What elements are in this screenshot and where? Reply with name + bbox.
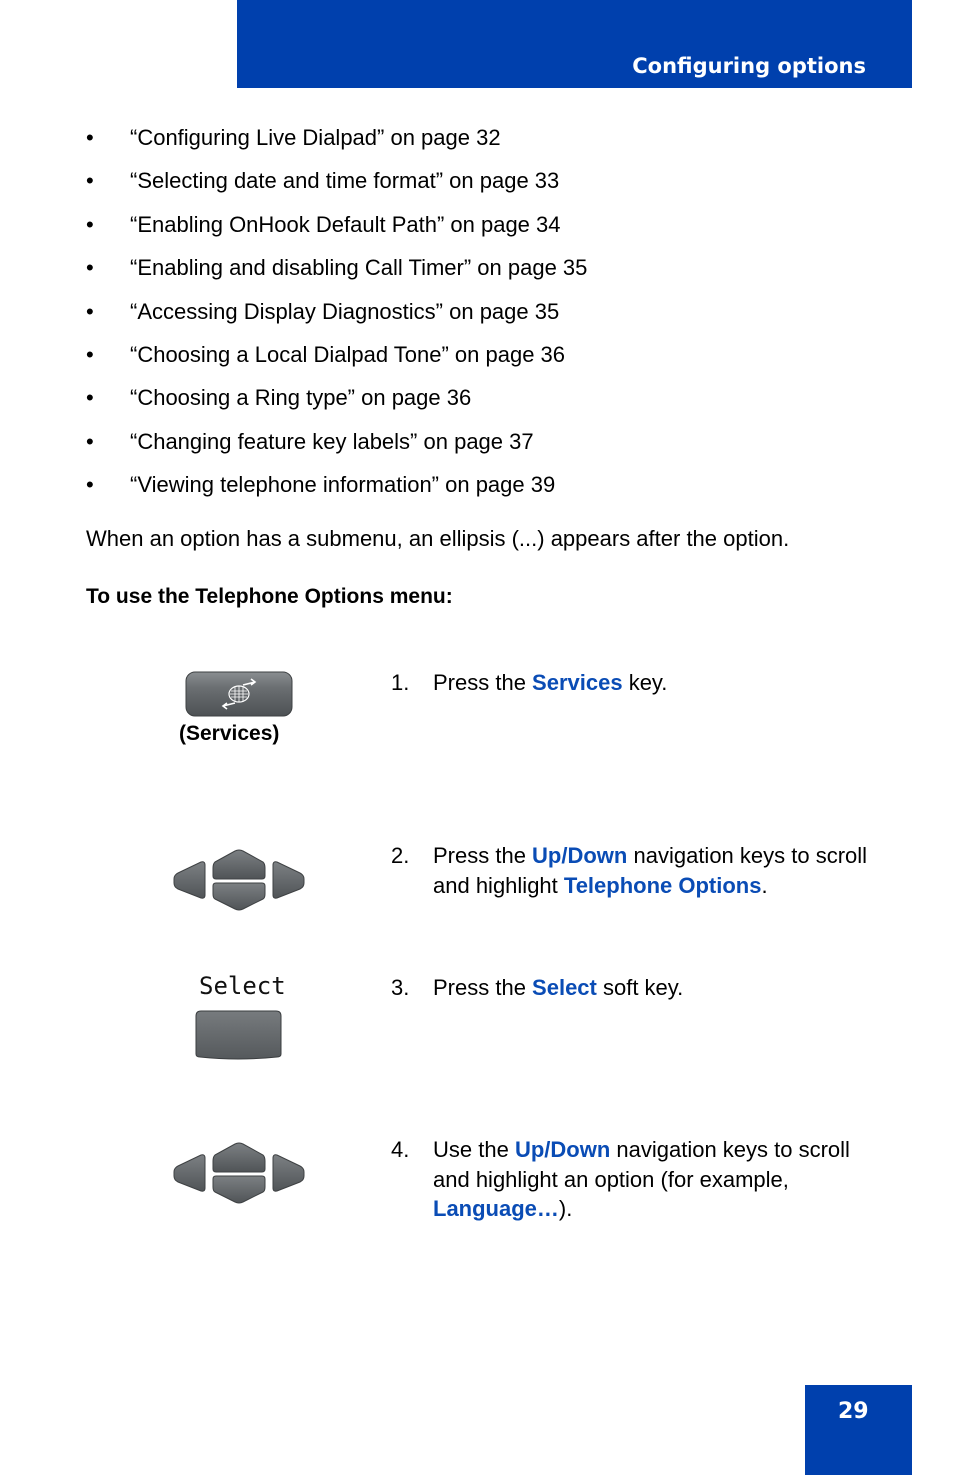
page-number: 29 [838, 1399, 869, 1424]
topic-link[interactable]: “Accessing Display Diagnostics” on page … [130, 299, 559, 324]
topic-link[interactable]: “Enabling and disabling Call Timer” on p… [130, 255, 587, 280]
topic-link[interactable]: “Changing feature key labels” on page 37 [130, 429, 534, 454]
services-key-label: (Services) [179, 722, 280, 745]
step-3: 3. Press the Select soft key. [391, 975, 684, 1000]
topic-link[interactable]: “Configuring Live Dialpad” on page 32 [130, 125, 501, 150]
select-softkey-label: Select [199, 972, 286, 1000]
topic-link[interactable]: “Selecting date and time format” on page… [130, 168, 559, 193]
step-2: 2. Press the Up/Down navigation keys to … [391, 843, 868, 898]
list-item[interactable]: • “Enabling OnHook Default Path” on page … [86, 207, 587, 250]
select-term: Select [532, 975, 597, 1000]
telephone-options-term: Telephone Options [563, 872, 762, 898]
down-key-icon [212, 882, 266, 911]
list-item[interactable]: • “Enabling and disabling Call Timer” on … [86, 250, 587, 293]
navigation-cluster-icon [173, 1142, 305, 1204]
section-title: Configuring options [632, 54, 866, 78]
topic-list: • “Configuring Live Dialpad” on page 32 •… [86, 120, 587, 511]
list-item[interactable]: • “Choosing a Local Dialpad Tone” on page… [86, 337, 587, 380]
topic-link[interactable]: “Choosing a Local Dialpad Tone” on page … [130, 342, 565, 367]
up-down-term: Up/Down [532, 843, 628, 868]
topic-link[interactable]: “Choosing a Ring type” on page 36 [130, 385, 471, 410]
topic-link[interactable]: “Viewing telephone information” on page … [130, 472, 555, 497]
procedure-title: To use the Telephone Options menu: [86, 585, 453, 608]
up-key-icon [212, 849, 266, 880]
step-1: 1. Press the Services key. [391, 670, 668, 695]
list-item[interactable]: • “Accessing Display Diagnostics” on page… [86, 294, 587, 337]
list-item[interactable]: • “Choosing a Ring type” on page 36 [86, 380, 587, 423]
list-item[interactable]: • “Configuring Live Dialpad” on page 32 [86, 120, 587, 163]
step-4: 4. Use the Up/Down navigation keys to sc… [391, 1137, 850, 1221]
list-item[interactable]: • “Viewing telephone information” on page… [86, 467, 587, 510]
up-key-icon [212, 1142, 266, 1173]
up-down-term: Up/Down [514, 1137, 611, 1162]
list-item[interactable]: • “Changing feature key labels” on page 3… [86, 424, 587, 467]
page-number-box: 29 [805, 1385, 912, 1475]
soft-key-icon [195, 1010, 282, 1060]
list-item[interactable]: • “Selecting date and time format” on pag… [86, 163, 587, 206]
topic-link[interactable]: “Enabling OnHook Default Path” on page 3… [130, 212, 561, 237]
language-term: Language… [433, 1196, 559, 1221]
down-key-icon [212, 1175, 266, 1204]
navigation-cluster-icon [173, 849, 305, 911]
submenu-note: When an option has a submenu, an ellipsi… [86, 526, 790, 551]
services-term: Services [532, 670, 623, 695]
header-bar: Configuring options [237, 0, 912, 88]
services-key-icon [185, 671, 293, 717]
